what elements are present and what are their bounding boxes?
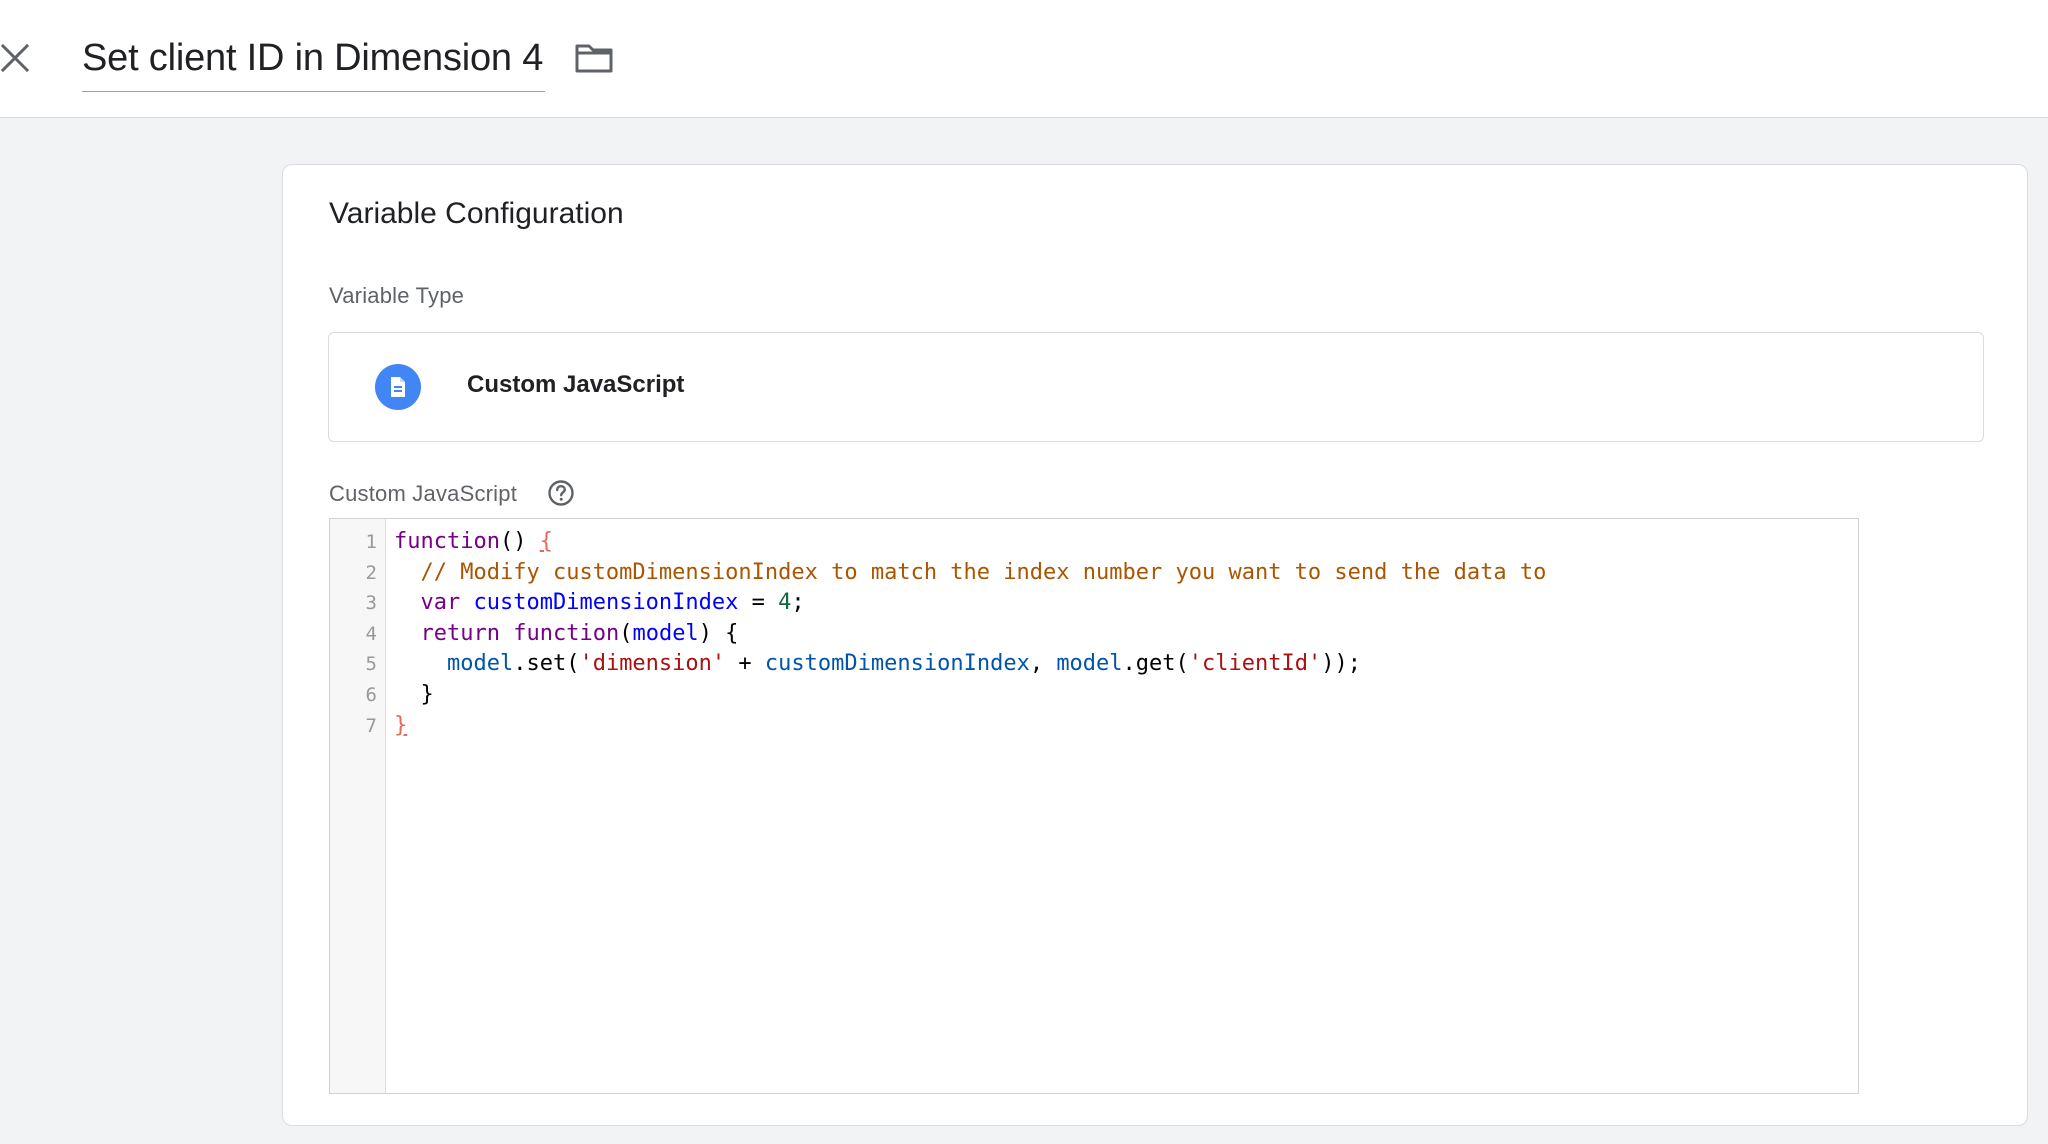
code-token: 4 (778, 590, 792, 616)
code-token: { (539, 529, 553, 554)
code-token: var (420, 590, 461, 616)
line-number: 4 (365, 622, 377, 645)
page-title: Set client ID in Dimension 4 (82, 37, 544, 79)
code-token: return (420, 620, 500, 646)
code-line: function() { (394, 527, 553, 557)
code-line: } (394, 680, 434, 710)
card-title: Variable Configuration (329, 197, 624, 230)
code-token: .get( (1122, 651, 1189, 677)
code-area[interactable]: function() { // Modify customDimensionIn… (394, 527, 1858, 1093)
code-token: = (738, 590, 779, 616)
help-circle-icon[interactable] (547, 479, 575, 507)
custom-javascript-label: Custom JavaScript (329, 481, 518, 506)
code-token: + (725, 651, 765, 677)
code-line: // Modify customDimensionIndex to match … (394, 558, 1547, 588)
line-number: 2 (365, 561, 377, 584)
variable-type-label: Variable Type (329, 283, 465, 308)
code-token: 'dimension' (579, 651, 726, 677)
code-line: } (394, 711, 407, 741)
code-token: () (499, 529, 540, 554)
line-number-gutter: 1 2 3 4 5 6 7 (330, 519, 386, 1093)
folder-icon (575, 44, 613, 73)
line-number: 7 (365, 714, 377, 737)
line-number: 3 (365, 592, 377, 615)
code-line: return function(model) { (394, 619, 739, 649)
code-token: 'clientId' (1188, 651, 1322, 677)
code-token: ; (791, 590, 805, 616)
code-token: function (394, 529, 500, 554)
code-token: } (394, 712, 408, 738)
code-token: model (632, 620, 699, 646)
code-token: )); (1321, 651, 1361, 677)
close-icon (1, 44, 29, 72)
line-number: 1 (365, 531, 377, 553)
code-token: ) { (698, 620, 739, 646)
code-token: model (446, 651, 514, 677)
variable-type-selector[interactable]: Custom JavaScript (328, 332, 1984, 442)
code-token: .set( (513, 651, 580, 677)
code-token: ( (619, 620, 633, 646)
line-number: 5 (365, 653, 377, 676)
code-token: } (394, 682, 434, 707)
variable-type-value: Custom JavaScript (467, 371, 685, 398)
code-token: // Modify customDimensionIndex to match … (420, 559, 1547, 585)
code-token: customDimensionIndex (764, 651, 1030, 677)
code-token: , (1029, 651, 1057, 677)
line-number: 6 (365, 684, 377, 706)
folder-button[interactable] (572, 38, 616, 78)
code-token: model (1056, 651, 1123, 677)
code-line: model.set('dimension' + customDimensionI… (394, 649, 1361, 679)
code-editor[interactable]: 1234567 function() { // Modify customDim… (329, 518, 1859, 1094)
close-button[interactable] (0, 38, 30, 78)
code-line: var customDimensionIndex = 4; (394, 588, 805, 618)
variable-configuration-card: Variable Configuration Variable Type Cus… (282, 164, 2028, 1126)
document-icon (375, 364, 421, 410)
top-bar: Set client ID in Dimension 4 (0, 0, 2048, 118)
code-token: customDimensionIndex (473, 590, 739, 616)
title-input[interactable]: Set client ID in Dimension 4 (82, 30, 546, 92)
code-token: function (513, 620, 620, 646)
